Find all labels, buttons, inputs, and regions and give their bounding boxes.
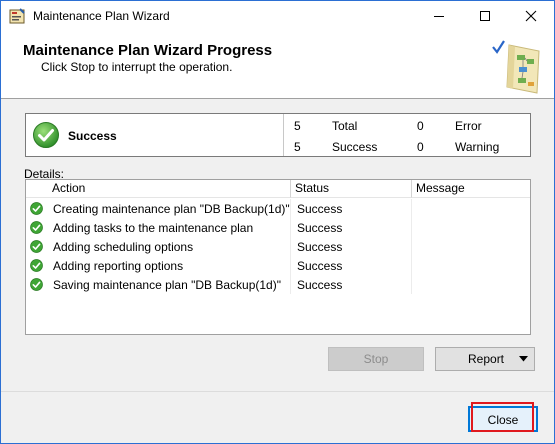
total-count: 5: [294, 119, 301, 133]
footer-divider: [1, 391, 554, 392]
table-row[interactable]: Creating maintenance plan "DB Backup(1d)…: [26, 199, 530, 218]
column-header-status[interactable]: Status: [291, 180, 412, 198]
success-count: 5: [294, 140, 301, 154]
row-action: Saving maintenance plan "DB Backup(1d)": [53, 278, 281, 292]
chevron-down-icon: [519, 356, 528, 362]
overall-status-label: Success: [68, 129, 117, 143]
row-status: Success: [297, 259, 343, 273]
success-check-icon: [30, 202, 43, 215]
close-button[interactable]: Close: [468, 406, 538, 432]
warning-count: 0: [417, 140, 424, 154]
page-subtitle: Click Stop to interrupt the operation.: [41, 60, 233, 74]
details-table[interactable]: Action Status Message Creating maintenan…: [25, 179, 531, 335]
success-check-icon: [30, 221, 43, 234]
row-status: Success: [297, 240, 343, 254]
title-bar[interactable]: Maintenance Plan Wizard: [1, 1, 554, 31]
close-icon: [525, 10, 537, 22]
row-status: Success: [297, 202, 343, 216]
error-label: Error: [455, 119, 482, 133]
overall-status: Success: [26, 114, 284, 156]
row-action: Adding scheduling options: [53, 240, 194, 254]
table-row[interactable]: Adding tasks to the maintenance plan Suc…: [26, 218, 530, 237]
window-title: Maintenance Plan Wizard: [33, 9, 170, 23]
minimize-button[interactable]: [416, 1, 462, 31]
summary-panel: Success 5 Total 0 Error 5 Success 0 Warn…: [25, 113, 531, 157]
success-check-icon: [30, 240, 43, 253]
success-check-icon: [30, 278, 43, 291]
stop-button[interactable]: Stop: [328, 347, 424, 371]
row-status: Success: [297, 221, 343, 235]
report-dropdown-button[interactable]: Report: [435, 347, 535, 371]
column-header-action[interactable]: Action: [26, 180, 291, 198]
minimize-icon: [434, 16, 444, 17]
table-row[interactable]: Adding reporting options Success: [26, 256, 530, 275]
page-title: Maintenance Plan Wizard Progress: [23, 42, 273, 59]
wizard-app-icon: [9, 8, 25, 24]
row-action: Adding tasks to the maintenance plan: [53, 221, 254, 235]
row-action: Adding reporting options: [53, 259, 184, 273]
warning-label: Warning: [455, 140, 500, 154]
maximize-button[interactable]: [462, 1, 508, 31]
wizard-header: Maintenance Plan Wizard Progress Click S…: [1, 31, 554, 99]
error-count: 0: [417, 119, 424, 133]
row-action: Creating maintenance plan "DB Backup(1d)…: [53, 202, 290, 216]
total-label: Total: [332, 119, 358, 133]
row-status: Success: [297, 278, 343, 292]
maximize-icon: [480, 11, 490, 21]
table-row[interactable]: Saving maintenance plan "DB Backup(1d)" …: [26, 275, 530, 294]
success-label: Success: [332, 140, 378, 154]
report-button-label: Report: [468, 352, 505, 366]
success-check-icon: [33, 122, 59, 148]
wizard-graphic-icon: [492, 40, 540, 94]
success-check-icon: [30, 259, 43, 272]
close-window-button[interactable]: [508, 1, 554, 31]
column-header-message[interactable]: Message: [412, 180, 530, 198]
table-row[interactable]: Adding scheduling options Success: [26, 237, 530, 256]
wizard-window: Maintenance Plan Wizard Maintenance Plan…: [0, 0, 555, 444]
